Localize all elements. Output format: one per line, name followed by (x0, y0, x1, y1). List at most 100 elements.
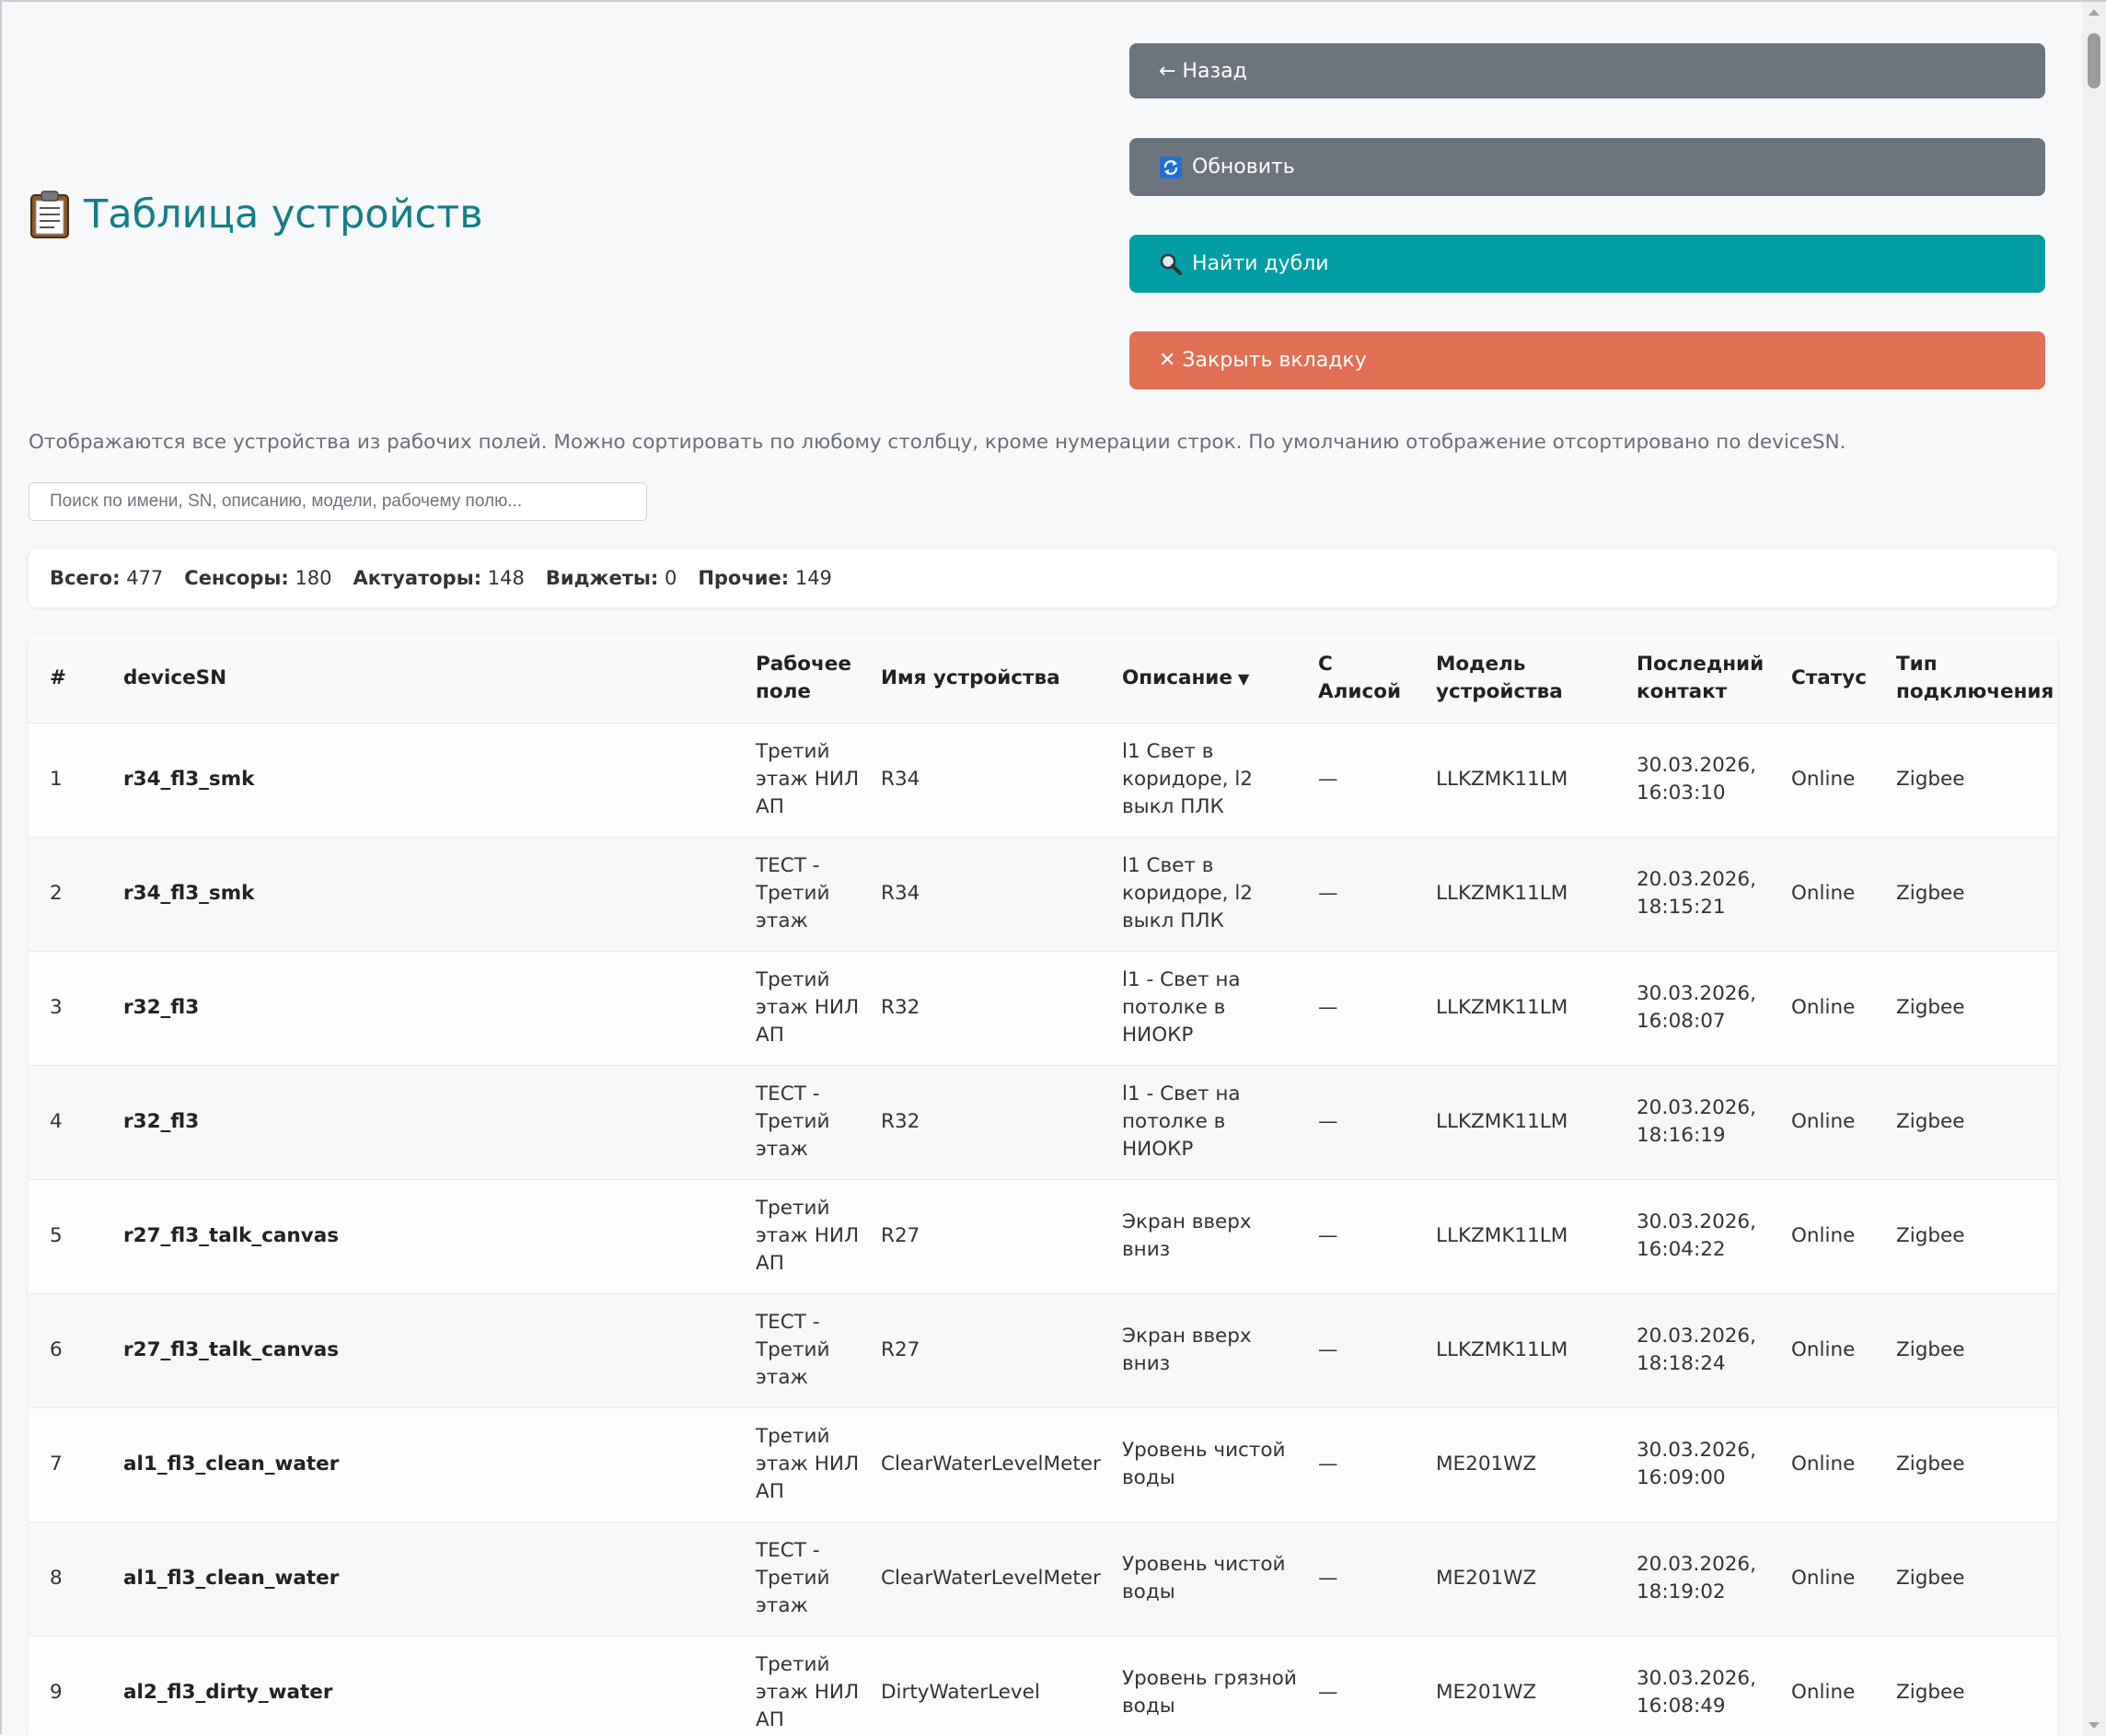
scroll-up-arrow-icon[interactable] (2089, 9, 2100, 16)
cell-connection-type: Zigbee (1875, 837, 2057, 952)
cell-device-name: ClearWaterLevelMeter (860, 1407, 1101, 1522)
cell-row-index: 6 (29, 1293, 102, 1408)
cell-device-name: DirtyWaterLevel (860, 1636, 1101, 1736)
stat-sensors: Сенсоры: 180 (184, 567, 332, 589)
cell-alice-flag: — (1297, 1522, 1415, 1637)
table-row: 3 r32_fl3 Третий этаж НИЛ АП R32 l1 - Свет н… (29, 951, 2057, 1066)
page-header: Таблица устройств ← Назад Обновить Найти… (29, 2, 2054, 407)
cell-status: Online (1770, 837, 1875, 952)
cell-device-model: LLKZMK11LM (1415, 951, 1615, 1066)
column-header-status[interactable]: Статус (1770, 635, 1875, 723)
cell-last-contact: 20.03.2026, 18:16:19 (1615, 1065, 1770, 1180)
cell-row-index: 4 (29, 1065, 102, 1180)
cell-connection-type: Zigbee (1875, 723, 2057, 838)
stat-actuators: Актуаторы: 148 (353, 567, 525, 589)
cell-status: Online (1770, 1065, 1875, 1180)
cell-device-sn: r27_fl3_talk_canvas (102, 1293, 735, 1408)
sort-desc-icon: ▼ (1237, 669, 1250, 688)
column-header-index: # (29, 635, 102, 723)
cell-row-index: 2 (29, 837, 102, 952)
refresh-button-label: Обновить (1192, 156, 1295, 179)
cell-description: Уровень грязной воды (1101, 1636, 1297, 1736)
cell-description: l1 - Свет на потолке в НИОКР (1101, 951, 1297, 1066)
close-tab-button-label: ✕ Закрыть вкладку (1159, 349, 1367, 372)
cell-row-index: 5 (29, 1179, 102, 1294)
cell-device-sn: r34_fl3_smk (102, 837, 735, 952)
cell-device-name: R27 (860, 1293, 1101, 1408)
cell-alice-flag: — (1297, 1407, 1415, 1522)
column-header-connection-type[interactable]: Тип подключения (1875, 635, 2057, 723)
column-header-devicesn[interactable]: deviceSN (102, 635, 735, 723)
cell-device-name: R34 (860, 837, 1101, 952)
cell-device-sn: al2_fl3_dirty_water (102, 1636, 735, 1736)
find-dupes-button-label: Найти дубли (1192, 252, 1329, 275)
cell-device-model: LLKZMK11LM (1415, 1065, 1615, 1180)
table-row: 9 al2_fl3_dirty_water Третий этаж НИЛ АП Di… (29, 1636, 2057, 1736)
column-header-last-contact[interactable]: Последний контакт (1615, 635, 1770, 723)
back-button[interactable]: ← Назад (1129, 43, 2045, 98)
cell-alice-flag: — (1297, 723, 1415, 838)
cell-description: l1 - Свет на потолке в НИОКР (1101, 1065, 1297, 1180)
stat-other: Прочие: 149 (698, 567, 832, 589)
page-title-text: Таблица устройств (84, 191, 483, 237)
scroll-thumb[interactable] (2088, 33, 2100, 88)
cell-alice-flag: — (1297, 837, 1415, 952)
cell-description: Уровень чистой воды (1101, 1407, 1297, 1522)
cell-workspace: Третий этаж НИЛ АП (735, 951, 860, 1066)
cell-status: Online (1770, 1293, 1875, 1408)
column-header-description[interactable]: Описание ▼ (1101, 635, 1297, 723)
cell-status: Online (1770, 723, 1875, 838)
back-button-label: ← Назад (1159, 59, 1247, 83)
table-row: 6 r27_fl3_talk_canvas ТЕСТ - Третий этаж R2… (29, 1293, 2057, 1408)
page-title: Таблица устройств (29, 190, 483, 239)
find-dupes-button[interactable]: Найти дубли (1129, 235, 2045, 293)
cell-connection-type: Zigbee (1875, 1522, 2057, 1637)
cell-row-index: 9 (29, 1636, 102, 1736)
column-header-device-name[interactable]: Имя устройства (860, 635, 1101, 723)
close-tab-button[interactable]: ✕ Закрыть вкладку (1129, 331, 2045, 389)
search-input[interactable] (29, 482, 647, 521)
column-header-alice[interactable]: С Алисой (1297, 635, 1415, 723)
stat-widgets: Виджеты: 0 (545, 567, 677, 589)
table-row: 2 r34_fl3_smk ТЕСТ - Третий этаж R34 l1 Свет… (29, 837, 2057, 952)
cell-last-contact: 30.03.2026, 16:09:00 (1615, 1407, 1770, 1522)
cell-device-name: R34 (860, 723, 1101, 838)
cell-device-model: LLKZMK11LM (1415, 723, 1615, 838)
cell-device-name: ClearWaterLevelMeter (860, 1522, 1101, 1637)
refresh-button[interactable]: Обновить (1129, 138, 2045, 196)
cell-status: Online (1770, 1407, 1875, 1522)
clipboard-icon (29, 190, 71, 239)
cell-last-contact: 20.03.2026, 18:19:02 (1615, 1522, 1770, 1637)
column-header-workspace[interactable]: Рабочее поле (735, 635, 860, 723)
cell-status: Online (1770, 1179, 1875, 1294)
cell-device-sn: r27_fl3_talk_canvas (102, 1179, 735, 1294)
stats-bar: Всего: 477 Сенсоры: 180 Актуаторы: 148 В… (29, 549, 2057, 608)
table-header-row: # deviceSN Рабочее поле Имя устройства О… (29, 635, 2057, 723)
cell-connection-type: Zigbee (1875, 1636, 2057, 1736)
cell-alice-flag: — (1297, 1065, 1415, 1180)
cell-device-model: ME201WZ (1415, 1522, 1615, 1637)
cell-row-index: 3 (29, 951, 102, 1066)
scroll-down-arrow-icon[interactable] (2089, 1722, 2100, 1729)
cell-workspace: Третий этаж НИЛ АП (735, 1636, 860, 1736)
cell-description: Экран вверх вниз (1101, 1293, 1297, 1408)
cell-description: Экран вверх вниз (1101, 1179, 1297, 1294)
cell-workspace: ТЕСТ - Третий этаж (735, 1522, 860, 1637)
cell-alice-flag: — (1297, 1636, 1415, 1736)
table-row: 4 r32_fl3 ТЕСТ - Третий этаж R32 l1 - Свет н… (29, 1065, 2057, 1180)
cell-last-contact: 30.03.2026, 16:08:49 (1615, 1636, 1770, 1736)
vertical-scrollbar[interactable] (2082, 2, 2106, 1736)
cell-description: l1 Свет в коридоре, l2 выкл ПЛК (1101, 723, 1297, 838)
cell-device-sn: r32_fl3 (102, 1065, 735, 1180)
table-body: 1 r34_fl3_smk Третий этаж НИЛ АП R34 l1 Свет… (29, 723, 2057, 1736)
stat-total: Всего: 477 (50, 567, 164, 589)
cell-last-contact: 20.03.2026, 18:18:24 (1615, 1293, 1770, 1408)
cell-last-contact: 30.03.2026, 16:08:07 (1615, 951, 1770, 1066)
cell-device-sn: al1_fl3_clean_water (102, 1522, 735, 1637)
cell-status: Online (1770, 1522, 1875, 1637)
cell-alice-flag: — (1297, 1293, 1415, 1408)
column-header-model[interactable]: Модель устройства (1415, 635, 1615, 723)
cell-description: Уровень чистой воды (1101, 1522, 1297, 1637)
cell-last-contact: 30.03.2026, 16:03:10 (1615, 723, 1770, 838)
cell-connection-type: Zigbee (1875, 1179, 2057, 1294)
